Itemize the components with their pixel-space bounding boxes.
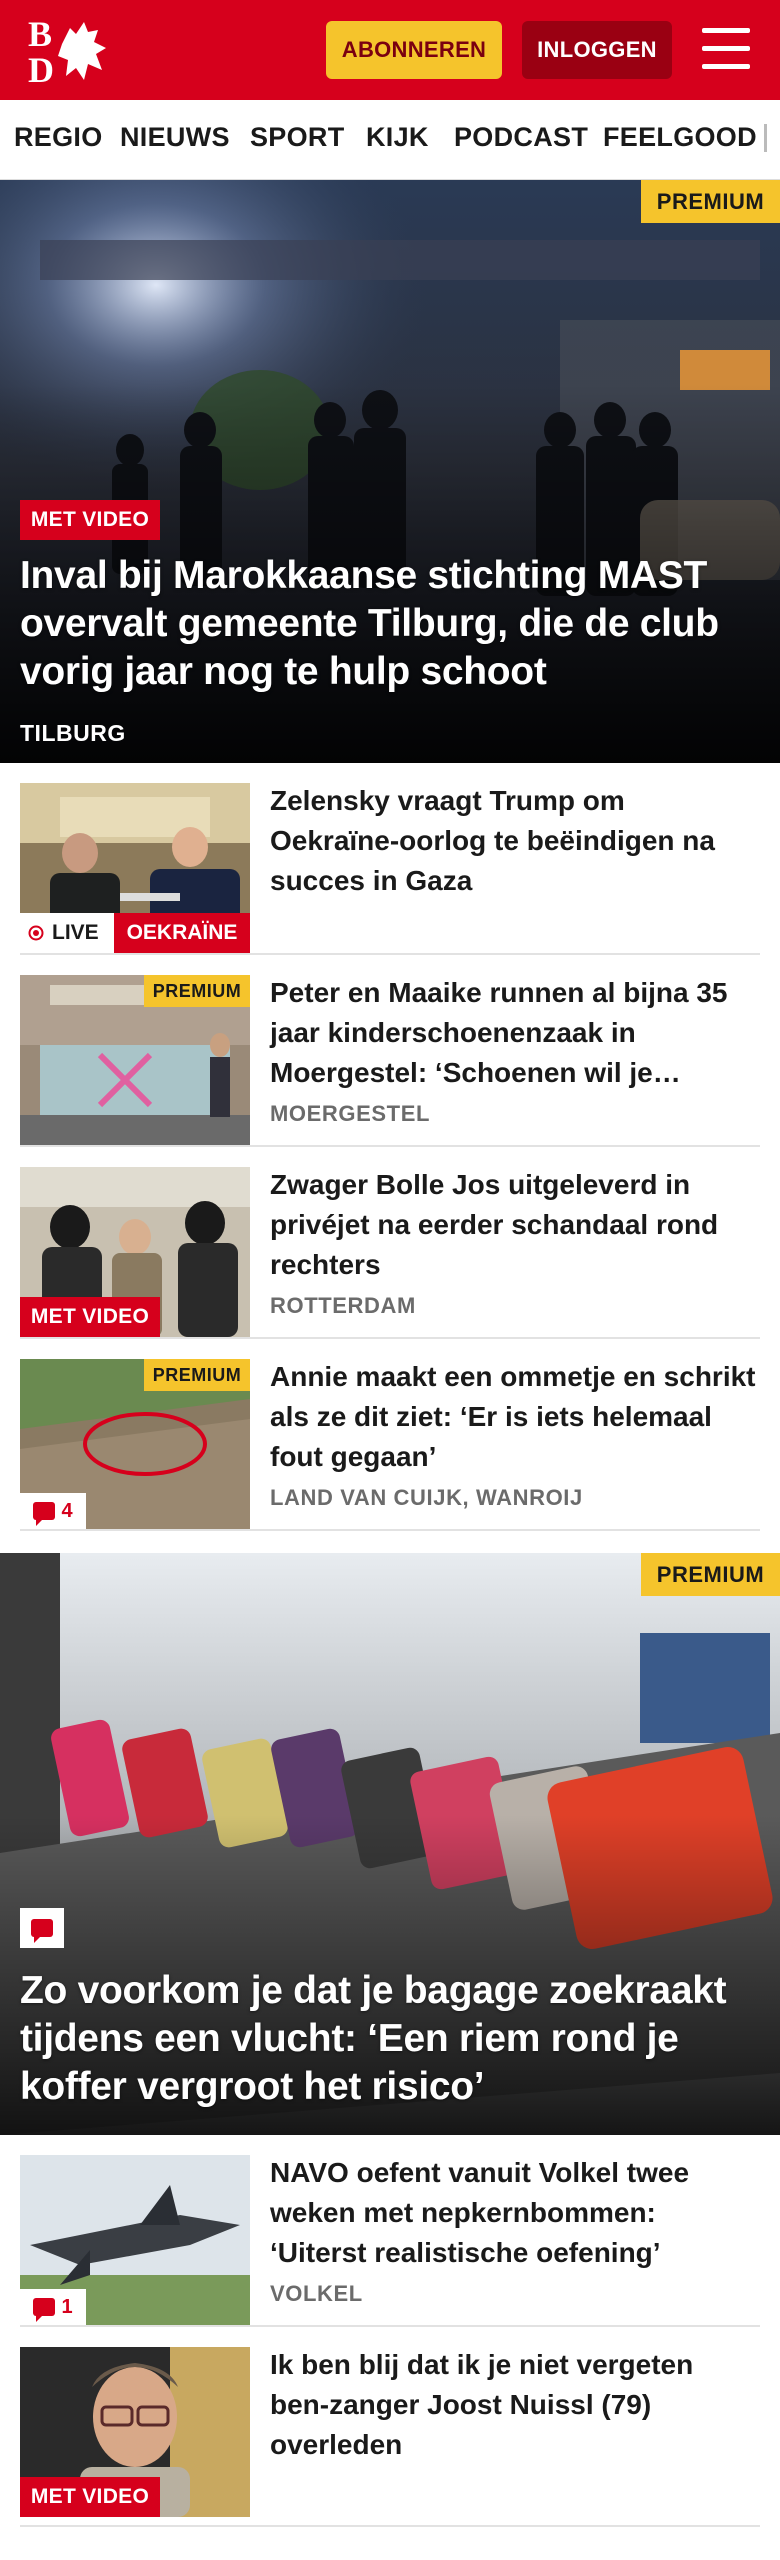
comment-count: 4 <box>61 1499 73 1522</box>
premium-badge: PREMIUM <box>641 1553 780 1596</box>
comment-count-badge: 4 <box>20 1493 86 1529</box>
nav-overflow-indicator <box>764 124 767 152</box>
article-title[interactable]: Peter en Maaike runnen al bijna 35 jaar … <box>270 973 760 1093</box>
nav-item-regio[interactable]: REGIO <box>14 122 103 153</box>
video-badge: MET VIDEO <box>20 500 160 540</box>
nav-item-nieuws[interactable]: NIEUWS <box>120 122 230 153</box>
comment-count-badge: 1 <box>20 2289 86 2325</box>
hero-article-bagage[interactable]: PREMIUM Zo voorkom je dat je bagage zoek… <box>0 1553 780 2135</box>
login-button[interactable]: INLOGGEN <box>522 21 672 79</box>
svg-text:D: D <box>28 50 54 86</box>
premium-badge: PREMIUM <box>144 1359 250 1391</box>
article-location: MOERGESTEL <box>270 1101 431 1126</box>
hero-headline[interactable]: Inval bij Marokkaanse stichting MAST ove… <box>20 552 760 696</box>
article-location: VOLKEL <box>270 2281 363 2306</box>
live-label: LIVE <box>52 921 99 944</box>
live-dot-icon <box>28 925 44 941</box>
nav-item-sport[interactable]: SPORT <box>250 122 345 153</box>
article-title[interactable]: NAVO oefent vanuit Volkel twee weken met… <box>270 2153 760 2273</box>
nav-item-kijk[interactable]: KIJK <box>366 122 429 153</box>
hero-headline[interactable]: Zo voorkom je dat je bagage zoekraakt ti… <box>20 1967 770 2111</box>
article-item-navo[interactable]: 1 NAVO oefent vanuit Volkel twee weken m… <box>20 2135 760 2327</box>
subscribe-button[interactable]: ABONNEREN <box>326 21 502 79</box>
article-title[interactable]: Ik ben blij dat ik je niet vergeten ben-… <box>270 2345 760 2465</box>
menu-icon[interactable] <box>698 26 754 72</box>
svg-text:B: B <box>28 14 52 54</box>
section-nav: REGIO NIEUWS SPORT KIJK PODCAST FEELGOOD <box>0 100 780 180</box>
article-item-annie[interactable]: PREMIUM 4 Annie maakt een ommetje en sch… <box>20 1339 760 1531</box>
comment-icon <box>33 1502 56 1526</box>
article-title[interactable]: Annie maakt een ommetje en schrikt als z… <box>270 1357 760 1477</box>
nav-item-feelgood[interactable]: FEELGOOD <box>603 122 757 153</box>
article-item-bolle-jos[interactable]: MET VIDEO Zwager Bolle Jos uitgeleverd i… <box>20 1147 760 1339</box>
article-location: ROTTERDAM <box>270 1293 416 1318</box>
bd-logo[interactable]: B D <box>26 14 116 86</box>
article-item-kinderschoenen[interactable]: PREMIUM Peter en Maaike runnen al bijna … <box>20 955 760 1147</box>
article-item-joost-nuissl[interactable]: MET VIDEO Ik ben blij dat ik je niet ver… <box>20 2327 760 2527</box>
video-badge: MET VIDEO <box>20 2477 160 2517</box>
topic-badge: OEKRAÏNE <box>114 913 250 953</box>
comment-icon-badge <box>20 1908 64 1948</box>
live-badge: LIVE <box>20 913 114 953</box>
nav-item-podcast[interactable]: PODCAST <box>454 122 588 153</box>
article-title[interactable]: Zelensky vraagt Trump om Oekraïne-oorlog… <box>270 781 760 901</box>
comment-icon <box>31 1919 53 1943</box>
premium-badge: PREMIUM <box>144 975 250 1007</box>
site-header: B D ABONNEREN INLOGGEN <box>0 0 780 100</box>
article-title[interactable]: Zwager Bolle Jos uitgeleverd in privéjet… <box>270 1165 760 1285</box>
hero-article-mast[interactable]: PREMIUM MET VIDEO Inval bij Marokkaanse … <box>0 180 780 763</box>
comment-count: 1 <box>61 2295 73 2318</box>
video-badge: MET VIDEO <box>20 1297 160 1337</box>
article-location: LAND VAN CUIJK, WANROIJ <box>270 1485 583 1510</box>
comment-icon <box>33 2298 56 2322</box>
hero-location: TILBURG <box>20 720 126 746</box>
premium-badge: PREMIUM <box>641 180 780 223</box>
article-item-zelensky[interactable]: LIVE OEKRAÏNE Zelensky vraagt Trump om O… <box>20 763 760 955</box>
